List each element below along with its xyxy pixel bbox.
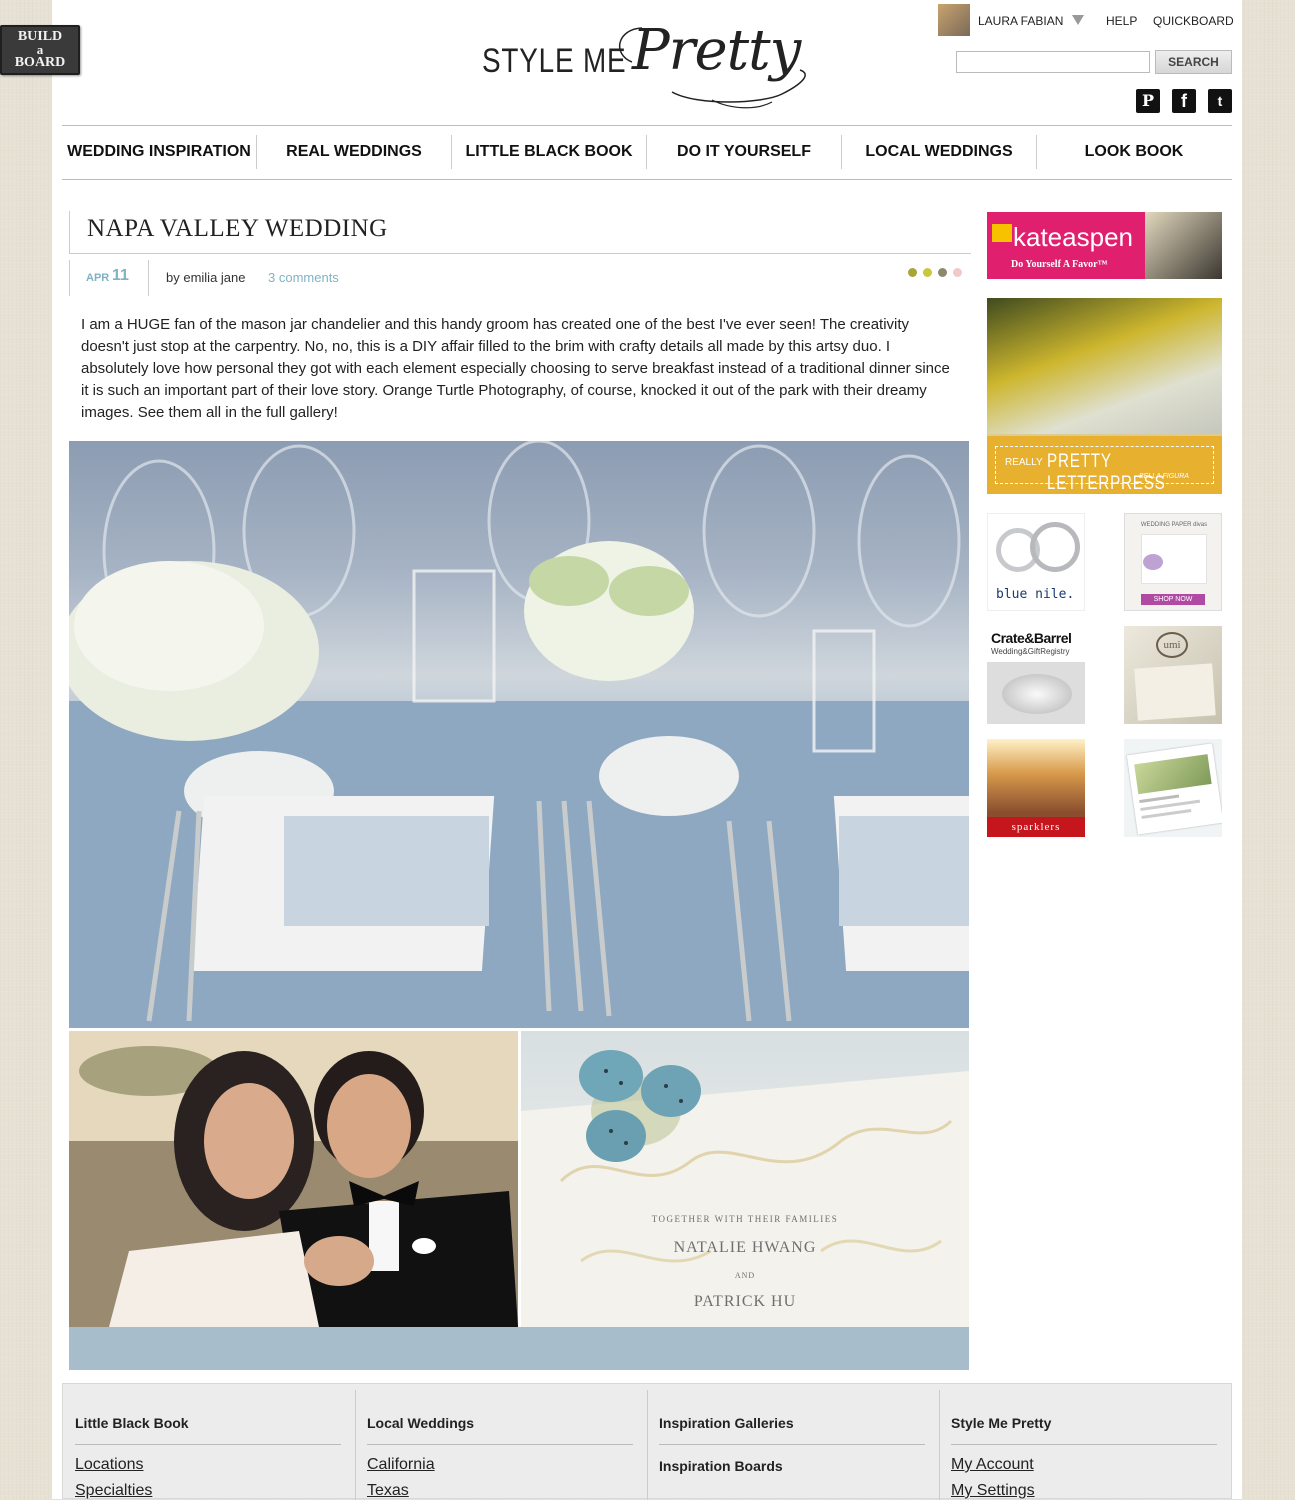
user-menu-chevron-down-icon[interactable] xyxy=(1072,15,1084,25)
site-logo[interactable]: STYLE ME Pretty xyxy=(482,14,822,114)
crate-sub: Wedding&GiftRegistry xyxy=(991,647,1070,656)
table-setting-photo[interactable] xyxy=(69,441,969,1028)
couple-illustration xyxy=(69,1031,518,1327)
footer-link-my-account[interactable]: My Account xyxy=(951,1456,1034,1474)
ad-wedding-paper-divas[interactable]: WEDDING PAPER divas SHOP NOW xyxy=(1124,513,1222,611)
page: STYLE ME Pretty LAURA FABIAN HELP QUICKB… xyxy=(52,0,1242,1500)
build-board-line3: BOARD xyxy=(14,55,66,70)
post-date-day: 11 xyxy=(112,267,129,284)
post-meta: APR 11 by emilia jane 3 comments xyxy=(69,260,971,296)
footer-heading: Style Me Pretty xyxy=(951,1415,1052,1431)
footer-rule xyxy=(659,1444,925,1445)
kate-aspen-tagline: Do Yourself A Favor™ xyxy=(1011,259,1108,270)
gift-icon xyxy=(992,224,1012,242)
comments-link[interactable]: 3 comments xyxy=(268,270,339,285)
twitter-icon[interactable]: t xyxy=(1208,89,1232,113)
wpd-title: WEDDING PAPER divas xyxy=(1140,522,1208,528)
table-setting-illustration xyxy=(69,441,969,1028)
search-button[interactable]: SEARCH xyxy=(1155,50,1232,74)
invitation-illustration xyxy=(521,1050,969,1327)
user-bar: LAURA FABIAN HELP QUICKBOARD xyxy=(938,4,1238,36)
umi-logo: umi xyxy=(1156,632,1188,658)
footer-link-california[interactable]: California xyxy=(367,1456,435,1474)
footer-heading-inspiration-galleries[interactable]: Inspiration Galleries xyxy=(659,1415,794,1431)
invitation-and: AND xyxy=(734,1271,756,1280)
letterpress-prefix: REALLY xyxy=(1005,457,1043,468)
post-title[interactable]: NAPA VALLEY WEDDING xyxy=(87,215,388,243)
ad-kate-aspen[interactable]: kateaspen Do Yourself A Favor™ xyxy=(987,212,1222,279)
post-title-box: NAPA VALLEY WEDDING xyxy=(69,211,971,254)
invitation-line-1: TOGETHER WITH THEIR FAMILIES xyxy=(651,1214,839,1224)
footer-col-local-weddings: Local Weddings California Texas xyxy=(355,1384,647,1500)
footer-heading: Little Black Book xyxy=(75,1415,189,1431)
avatar[interactable] xyxy=(938,4,970,36)
pinterest-icon[interactable]: P xyxy=(1136,89,1160,113)
logo-flourish-icon xyxy=(618,27,806,109)
footer-rule xyxy=(367,1444,633,1445)
color-dot xyxy=(953,268,962,277)
nav-wedding-inspiration[interactable]: WEDDING INSPIRATION xyxy=(62,135,256,169)
footer-link-specialties[interactable]: Specialties xyxy=(75,1482,152,1500)
plate-icon xyxy=(1002,674,1072,714)
post-author: by emilia jane xyxy=(166,270,246,285)
footer-link-inspiration-boards[interactable]: Inspiration Boards xyxy=(659,1458,783,1474)
build-a-board-button[interactable]: BUILD a BOARD xyxy=(0,25,80,75)
nav-little-black-book[interactable]: LITTLE BLACK BOOK xyxy=(452,135,646,169)
wpd-shop-now-button[interactable]: SHOP NOW xyxy=(1141,594,1205,605)
main-nav: WEDDING INSPIRATION REAL WEDDINGS LITTLE… xyxy=(62,125,1232,180)
footer-col-style-me-pretty: Style Me Pretty My Account My Settings xyxy=(939,1384,1231,1500)
user-name-link[interactable]: LAURA FABIAN xyxy=(978,14,1063,28)
ad-umi[interactable]: umi xyxy=(1124,626,1222,724)
invitation-groom-name: PATRICK HU xyxy=(693,1293,797,1310)
meta-divider xyxy=(148,260,149,296)
website-screenshot-image xyxy=(1126,743,1222,835)
nav-real-weddings[interactable]: REAL WEDDINGS xyxy=(257,135,451,169)
couple-photo[interactable] xyxy=(69,1031,518,1327)
footer-rule xyxy=(75,1444,341,1445)
footer-rule xyxy=(951,1444,1217,1445)
kate-aspen-product-image xyxy=(1145,212,1222,279)
kate-aspen-brand: kateaspen xyxy=(1013,222,1133,252)
invitation-photo[interactable]: TOGETHER WITH THEIR FAMILIES NATALIE HWA… xyxy=(521,1031,969,1327)
footer-link-locations[interactable]: Locations xyxy=(75,1456,144,1474)
nav-look-book[interactable]: LOOK BOOK xyxy=(1037,135,1231,169)
footer-link-texas[interactable]: Texas xyxy=(367,1482,409,1500)
footer-col-inspiration: Inspiration Galleries Inspiration Boards xyxy=(647,1384,939,1500)
help-link[interactable]: HELP xyxy=(1106,14,1137,28)
post-body: I am a HUGE fan of the mason jar chandel… xyxy=(81,316,950,421)
blue-nile-brand: blue nile. xyxy=(996,587,1075,602)
photo-strip xyxy=(69,1327,969,1370)
ad-website-template[interactable] xyxy=(1124,739,1222,837)
ad-crate-and-barrel[interactable]: Crate&Barrel Wedding&GiftRegistry xyxy=(987,626,1085,724)
quickboard-link[interactable]: QUICKBOARD xyxy=(1153,14,1234,28)
invitation-bride-name: NATALIE HWANG xyxy=(673,1239,817,1256)
search-input[interactable] xyxy=(956,51,1150,73)
color-dot xyxy=(908,268,917,277)
color-dot xyxy=(923,268,932,277)
footer-heading: Local Weddings xyxy=(367,1415,475,1431)
ring-icon xyxy=(1030,522,1080,572)
footer: Little Black Book Locations Specialties … xyxy=(62,1383,1232,1500)
ad-sparklers[interactable]: sparklers xyxy=(987,739,1085,837)
nav-do-it-yourself[interactable]: DO IT YOURSELF xyxy=(647,135,841,169)
post-date-month: APR xyxy=(86,272,110,284)
footer-col-little-black-book: Little Black Book Locations Specialties xyxy=(63,1384,355,1500)
footer-link-my-settings[interactable]: My Settings xyxy=(951,1482,1035,1500)
crate-brand: Crate&Barrel xyxy=(991,630,1072,646)
sparklers-label: sparklers xyxy=(987,817,1085,837)
color-dot xyxy=(938,268,947,277)
ad-pretty-letterpress[interactable]: REALLY PRETTY LETTERPRESS BELLA FIGURA xyxy=(987,298,1222,494)
wpd-flower-icon xyxy=(1143,554,1163,570)
ad-blue-nile[interactable]: blue nile. xyxy=(987,513,1085,611)
letterpress-sub: BELLA FIGURA xyxy=(1139,473,1189,480)
facebook-icon[interactable]: f xyxy=(1172,89,1196,113)
umi-card-image xyxy=(1134,663,1216,721)
nav-local-weddings[interactable]: LOCAL WEDDINGS xyxy=(842,135,1036,169)
